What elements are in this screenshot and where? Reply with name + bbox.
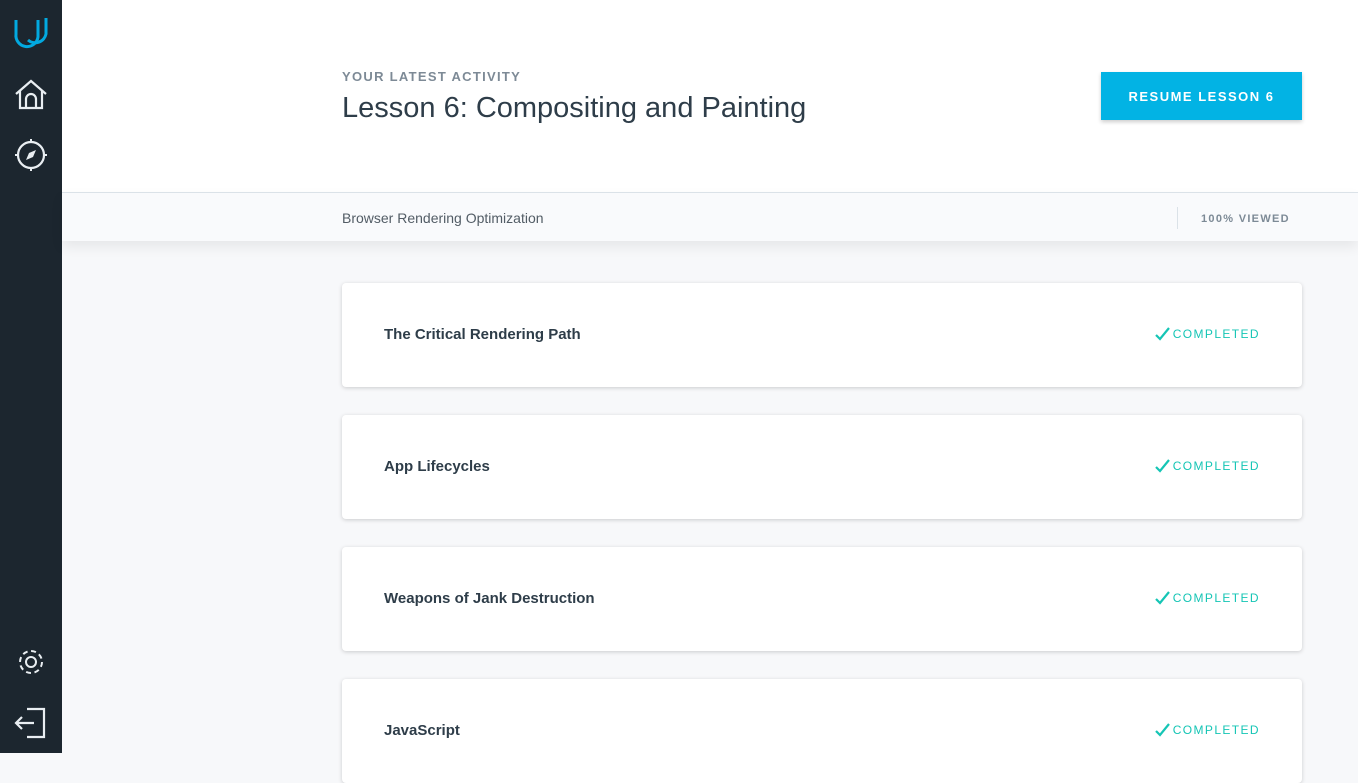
check-icon [1154, 327, 1170, 341]
lesson-name: The Critical Rendering Path [384, 326, 581, 343]
eyebrow-label: YOUR LATEST ACTIVITY [342, 69, 522, 84]
logout-icon[interactable] [13, 705, 49, 741]
check-icon [1154, 723, 1170, 737]
compass-icon[interactable] [13, 137, 49, 173]
check-icon [1154, 459, 1170, 473]
status-badge: COMPLETED [1154, 723, 1260, 737]
latest-activity-header: YOUR LATEST ACTIVITY Lesson 6: Compositi… [62, 0, 1358, 192]
lesson-card[interactable]: JavaScript COMPLETED [342, 679, 1302, 783]
udacity-logo-icon[interactable] [13, 14, 49, 50]
resume-lesson-button[interactable]: RESUME LESSON 6 [1101, 72, 1302, 120]
lesson-name: Weapons of Jank Destruction [384, 590, 595, 607]
status-label: COMPLETED [1172, 327, 1260, 341]
status-badge: COMPLETED [1154, 327, 1260, 341]
lesson-card[interactable]: App Lifecycles COMPLETED [342, 415, 1302, 519]
status-badge: COMPLETED [1154, 459, 1260, 473]
lesson-card[interactable]: The Critical Rendering Path COMPLETED [342, 283, 1302, 387]
course-bar: Browser Rendering Optimization 100% VIEW… [62, 192, 1358, 241]
course-name[interactable]: Browser Rendering Optimization [342, 210, 544, 226]
check-icon [1154, 591, 1170, 605]
status-label: COMPLETED [1172, 459, 1260, 473]
status-badge: COMPLETED [1154, 591, 1260, 605]
sidebar [0, 0, 62, 753]
divider [1177, 207, 1178, 229]
lesson-name: JavaScript [384, 722, 460, 739]
progress-label: 100% VIEWED [1201, 213, 1290, 225]
gear-icon[interactable] [13, 644, 49, 680]
status-label: COMPLETED [1172, 723, 1260, 737]
status-label: COMPLETED [1172, 591, 1260, 605]
home-icon[interactable] [13, 77, 49, 113]
page-title: Lesson 6: Compositing and Painting [342, 92, 807, 124]
lesson-card[interactable]: Weapons of Jank Destruction COMPLETED [342, 547, 1302, 651]
lesson-name: App Lifecycles [384, 458, 490, 475]
